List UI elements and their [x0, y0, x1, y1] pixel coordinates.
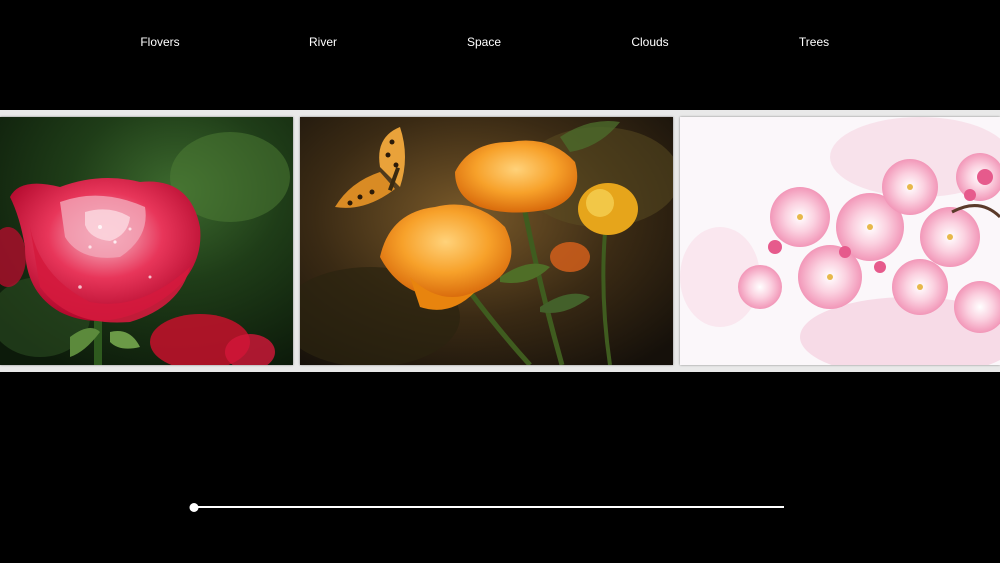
nav-item-space[interactable]: Space: [467, 33, 501, 51]
cherry-blossom-photo[interactable]: [680, 117, 1000, 365]
nav-item-flovers[interactable]: Flovers: [140, 33, 179, 51]
gallery-slider[interactable]: [189, 500, 786, 514]
nav-item-clouds[interactable]: Clouds: [631, 33, 668, 51]
nav-item-river[interactable]: River: [309, 33, 337, 51]
gallery-page: Flovers River Space Clouds Trees: [0, 0, 1000, 563]
slider-thumb[interactable]: [189, 503, 199, 512]
cherry-blossom-photo-image: [680, 117, 1000, 365]
photo-gallery-strip: [0, 110, 1000, 372]
rose-photo[interactable]: [0, 117, 293, 365]
nav-item-trees[interactable]: Trees: [799, 33, 829, 51]
orange-flowers-photo[interactable]: [300, 117, 673, 365]
slider-track[interactable]: [194, 506, 784, 508]
orange-flowers-photo-image: [300, 117, 673, 365]
rose-photo-image: [0, 117, 293, 365]
category-nav: Flovers River Space Clouds Trees: [0, 33, 1000, 51]
